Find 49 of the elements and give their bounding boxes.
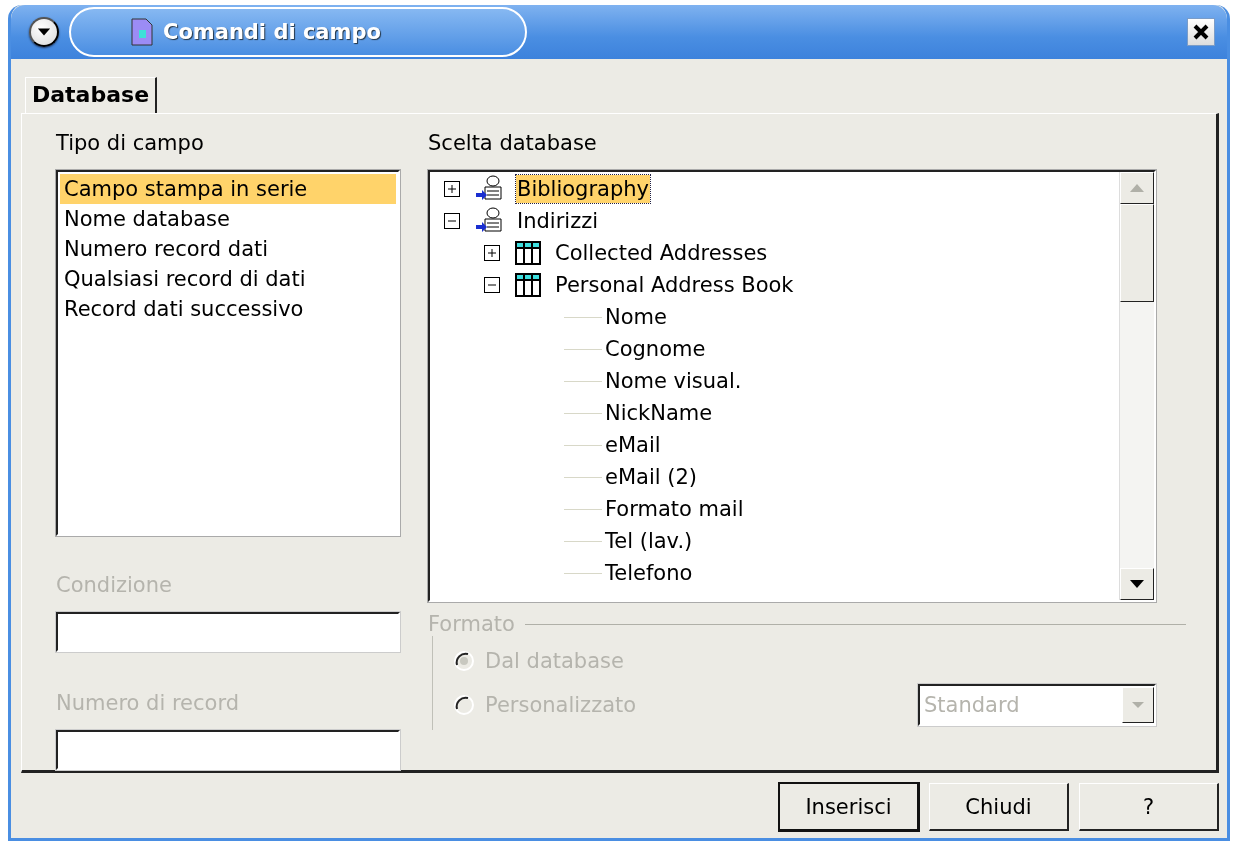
- list-item[interactable]: Record dati successivo: [60, 294, 396, 324]
- database-icon: [474, 175, 504, 203]
- list-item[interactable]: Campo stampa in serie: [60, 174, 396, 204]
- dialog-button[interactable]: ?: [1079, 783, 1219, 831]
- field-label: Condizione: [56, 572, 172, 599]
- list-item[interactable]: Nome database: [60, 204, 396, 234]
- close-icon: [1192, 23, 1210, 41]
- collapse-icon[interactable]: [444, 213, 460, 229]
- scroll-bar[interactable]: [1119, 172, 1154, 600]
- scroll-thumb[interactable]: [1120, 204, 1154, 302]
- window-menu-button[interactable]: [29, 17, 59, 47]
- dialog-button[interactable]: Chiudi: [929, 783, 1069, 831]
- field-label: Scelta database: [428, 130, 597, 157]
- tree-item[interactable]: Nome: [604, 303, 668, 331]
- list-item[interactable]: Numero record dati: [60, 234, 396, 264]
- scroll-down-icon[interactable]: [1129, 579, 1145, 589]
- expand-icon[interactable]: [484, 245, 500, 261]
- group-label: Formato: [428, 612, 515, 636]
- database-icon: [474, 207, 504, 235]
- tree-item[interactable]: Nome visual.: [604, 367, 743, 395]
- field-label: Tipo di campo: [56, 130, 204, 157]
- table-icon: [514, 240, 542, 266]
- database-tree[interactable]: Bibliography Indirizzi Collected Addresses Personal Address Book Nome Cognome Nome visual. NickName eMail eMail (2) Formato mail Tel (lav.) Telefono: [428, 170, 1156, 602]
- tree-item[interactable]: NickName: [604, 399, 714, 427]
- tree-item[interactable]: eMail (2): [604, 463, 698, 491]
- field-label: Numero di record: [56, 690, 239, 717]
- tree-item[interactable]: Tel (lav.): [604, 527, 694, 555]
- caret-icon: [37, 27, 51, 37]
- list-item[interactable]: Qualsiasi record di dati: [60, 264, 396, 294]
- expand-icon[interactable]: [444, 181, 460, 197]
- collapse-icon[interactable]: [484, 277, 500, 293]
- tab[interactable]: Database: [25, 77, 158, 113]
- tree-item[interactable]: Telefono: [604, 559, 694, 587]
- tree-item[interactable]: Bibliography: [516, 175, 650, 203]
- dropdown-arrow-icon: [1131, 701, 1145, 709]
- tree-item[interactable]: Personal Address Book: [554, 271, 795, 299]
- window-title: Comandi di campo: [163, 20, 381, 44]
- close-button[interactable]: [1187, 18, 1215, 46]
- radio-label: Dal database: [485, 649, 624, 673]
- tree-item[interactable]: Collected Addresses: [554, 239, 769, 267]
- dialog-button[interactable]: Inserisci: [779, 783, 919, 831]
- tree-item[interactable]: Indirizzi: [516, 207, 600, 235]
- tree-item[interactable]: Formato mail: [604, 495, 745, 523]
- table-icon: [514, 272, 542, 298]
- radio-label: Personalizzato: [485, 693, 637, 717]
- document-icon: [131, 18, 153, 46]
- tree-item[interactable]: eMail: [604, 431, 662, 459]
- tree-item[interactable]: Cognome: [604, 335, 707, 363]
- field-type-list[interactable]: Campo stampa in serie Nome database Numero record dati Qualsiasi record di dati Record dati successivo: [56, 170, 400, 536]
